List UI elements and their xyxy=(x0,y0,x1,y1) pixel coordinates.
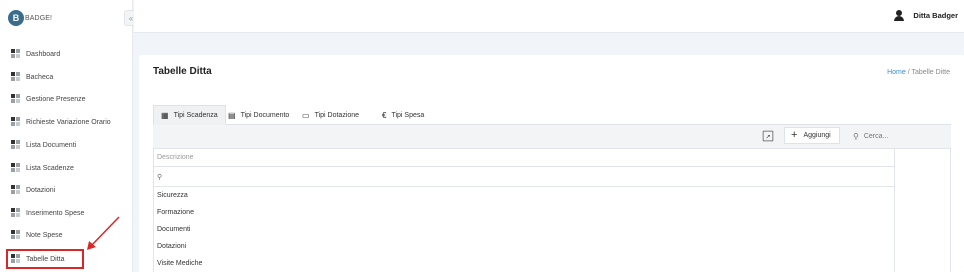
tab-tipi-dotazione[interactable]: ▭ Tipi Dotazione xyxy=(295,105,366,125)
tab-tipi-spesa[interactable]: € Tipi Spesa xyxy=(375,105,431,125)
sidebar-item-gestione-presenze[interactable]: Gestione Presenze xyxy=(0,90,133,108)
user-menu[interactable]: Ditta Badger xyxy=(894,10,958,21)
search-icon: ⚲ xyxy=(853,131,859,141)
sidebar-item-label: Gestione Presenze xyxy=(26,95,86,103)
tab-label: Tipi Documento xyxy=(240,111,290,119)
laptop-icon: ▭ xyxy=(302,110,310,120)
table-row[interactable]: Sicurezza xyxy=(154,187,894,204)
annotation-highlight-box xyxy=(6,249,84,269)
sidebar-item-label: Note Spese xyxy=(26,231,63,239)
sidebar-item-label: Richieste Variazione Orario xyxy=(26,118,111,126)
tab-label: Tipi Scadenza xyxy=(173,111,218,119)
tab-bar: ▦ Tipi Scadenza ▤ Tipi Documento ▭ Tipi … xyxy=(153,105,951,125)
document-icon: ▤ xyxy=(228,110,236,120)
sidebar-item-label: Dotazioni xyxy=(26,186,56,194)
sidebar-item-label: Bacheca xyxy=(26,73,54,81)
cell-descrizione: Formazione xyxy=(157,209,194,216)
inserimento-spese-icon xyxy=(11,208,21,218)
note-spese-icon xyxy=(11,230,21,240)
sidebar-item-label: Inserimento Spese xyxy=(26,209,85,217)
cell-descrizione: Visite Mediche xyxy=(157,260,203,267)
table-row[interactable]: Visite Mediche xyxy=(154,255,894,272)
breadcrumb-home-link[interactable]: Home xyxy=(887,69,906,76)
sidebar-item-label: Lista Scadenze xyxy=(26,164,74,172)
gestione-presenze-icon xyxy=(11,94,21,104)
main-card: Tabelle Ditta Home / Tabelle Ditte ▦ Tip… xyxy=(139,55,964,272)
filter-row[interactable]: ⚲ xyxy=(154,167,894,187)
top-bar: Ditta Badger xyxy=(134,0,964,33)
search-box: ⚲ xyxy=(853,128,947,144)
table-row[interactable]: Dotazioni xyxy=(154,238,894,255)
page-title: Tabelle Ditta xyxy=(153,66,212,77)
grid-toolbar: ↗ + Aggiungi ⚲ xyxy=(153,125,951,149)
dashboard-icon xyxy=(11,49,21,59)
richieste-variazione-icon xyxy=(11,117,21,127)
cell-descrizione: Sicurezza xyxy=(157,192,188,199)
add-button-label: Aggiungi xyxy=(803,132,831,139)
column-header-descrizione[interactable]: Descrizione xyxy=(154,149,894,167)
tab-tipi-scadenza[interactable]: ▦ Tipi Scadenza xyxy=(153,105,226,125)
data-grid: Descrizione ⚲ Sicurezza Formazione Docum… xyxy=(153,149,951,272)
logo-text: BADGE! xyxy=(25,14,53,22)
sidebar-item-dotazioni[interactable]: Dotazioni xyxy=(0,181,133,199)
sidebar-item-lista-scadenze[interactable]: Lista Scadenze xyxy=(0,159,133,177)
user-icon xyxy=(894,10,905,21)
user-name: Ditta Badger xyxy=(913,11,958,20)
tab-label: Tipi Dotazione xyxy=(314,111,360,119)
sidebar-item-lista-documenti[interactable]: Lista Documenti xyxy=(0,136,133,154)
calendar-icon: ▦ xyxy=(161,110,169,120)
filter-search-icon: ⚲ xyxy=(157,173,163,181)
app-logo[interactable]: B BADGE! xyxy=(8,9,52,27)
dotazioni-icon xyxy=(11,185,21,195)
table-row[interactable]: Formazione xyxy=(154,204,894,221)
euro-icon: € xyxy=(382,110,387,120)
bacheca-icon xyxy=(11,72,21,82)
column-header-label: Descrizione xyxy=(157,154,194,161)
sidebar-item-label: Dashboard xyxy=(26,50,61,58)
lista-scadenze-icon xyxy=(11,163,21,173)
cell-descrizione: Dotazioni xyxy=(157,243,187,250)
sidebar-item-richieste-variazione-orario[interactable]: Richieste Variazione Orario xyxy=(0,113,133,131)
tab-label: Tipi Spesa xyxy=(391,111,425,119)
chevron-left-icon: « xyxy=(128,13,134,23)
breadcrumb: Home / Tabelle Ditte xyxy=(887,69,950,76)
plus-icon: + xyxy=(791,129,798,141)
column-separator xyxy=(894,149,895,272)
annotation-arrow-icon xyxy=(87,216,120,250)
add-button[interactable]: + Aggiungi xyxy=(784,127,840,144)
table-row[interactable]: Documenti xyxy=(154,221,894,238)
search-input[interactable] xyxy=(863,132,934,140)
tab-tipi-documento[interactable]: ▤ Tipi Documento xyxy=(221,105,296,125)
sidebar-item-dashboard[interactable]: Dashboard xyxy=(0,45,133,63)
logo-mark: B xyxy=(8,10,24,26)
sidebar-item-bacheca[interactable]: Bacheca xyxy=(0,68,133,86)
sidebar-item-label: Lista Documenti xyxy=(26,141,77,149)
export-button[interactable]: ↗ xyxy=(762,130,774,142)
cell-descrizione: Documenti xyxy=(157,226,191,233)
breadcrumb-current: Tabelle Ditte xyxy=(911,69,950,76)
lista-documenti-icon xyxy=(11,140,21,150)
export-icon: ↗ xyxy=(765,132,771,140)
